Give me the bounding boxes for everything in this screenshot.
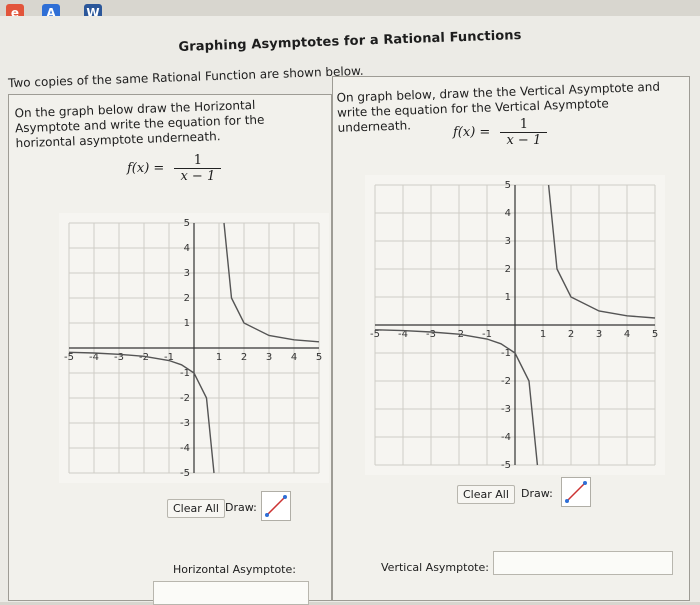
left-fx-lhs: f(x) = [127,161,165,176]
left-y-tick-label: 4 [184,243,190,254]
left-y-tick-label: -3 [180,418,190,429]
right-x-tick-label: 4 [624,329,630,340]
left-answer-label: Horizontal Asymptote: [173,563,296,576]
left-clear-all-button[interactable]: Clear All [167,499,225,518]
vertical-asymptote-input[interactable] [493,551,673,575]
left-y-tick-label: 5 [184,218,190,229]
right-fx-denominator: x − 1 [506,133,542,148]
right-y-tick-label: -4 [501,432,511,443]
right-y-tick-label: 4 [505,208,511,219]
right-x-tick-label: -5 [370,329,380,340]
right-graph[interactable]: -5 -4 -3 -2 -1 1 2 3 4 5-5-4-3-2-112345 [365,175,665,475]
right-x-tick-label: 3 [596,329,602,340]
right-panel: On graph below, draw the the Vertical As… [332,76,690,601]
left-draw-line-tool[interactable] [261,491,291,521]
right-y-tick-label: -2 [501,376,511,387]
left-y-tick-label: 2 [184,293,190,304]
left-x-tick-label: -5 [64,352,74,363]
right-fx-numerator: 1 [500,117,548,133]
left-draw-label: Draw: [225,501,257,514]
right-x-tick-label: 2 [568,329,574,340]
left-fx-denominator: x − 1 [180,169,216,184]
left-graph[interactable]: -5 -4 -3 -2 -1 1 2 3 4 5-5-4-3-2-112345 [59,213,329,483]
left-x-tick-label: 3 [266,352,272,363]
left-function: f(x) = 1 x − 1 [127,153,222,184]
right-function: f(x) = 1 x − 1 [453,117,548,148]
left-y-tick-label: 1 [184,318,190,329]
right-draw-line-tool[interactable] [561,477,591,507]
page-subtitle: Two copies of the same Rational Function… [7,63,364,91]
left-fx-numerator: 1 [174,153,222,169]
right-x-tick-label: -3 [426,329,436,340]
right-x-tick-label: 1 [540,329,546,340]
page-title: Graphing Asymptotes for a Rational Funct… [178,28,522,55]
left-x-tick-label: 1 [216,352,222,363]
right-y-tick-label: -5 [501,460,511,471]
left-y-tick-label: -5 [180,468,190,479]
right-answer-label: Vertical Asymptote: [381,561,489,574]
right-clear-all-button[interactable]: Clear All [457,485,515,504]
right-y-tick-label: 3 [505,236,511,247]
left-y-tick-label: -2 [180,393,190,404]
left-x-tick-label: 2 [241,352,247,363]
worksheet: Graphing Asymptotes for a Rational Funct… [0,16,700,605]
line-tool-icon [265,495,287,517]
left-instruction: On the graph below draw the Horizontal A… [14,97,265,151]
right-fx-lhs: f(x) = [453,125,491,140]
left-panel: On the graph below draw the Horizontal A… [8,94,332,605]
left-x-tick-label: 5 [316,352,322,363]
left-y-tick-label: -4 [180,443,190,454]
right-y-tick-label: 2 [505,264,511,275]
right-x-tick-label: 5 [652,329,658,340]
line-tool-icon [565,481,587,503]
left-y-tick-label: 3 [184,268,190,279]
right-draw-label: Draw: [521,487,553,500]
left-x-tick-label: 4 [291,352,297,363]
horizontal-asymptote-input[interactable] [153,581,309,605]
right-y-tick-label: -3 [501,404,511,415]
right-y-tick-label: 1 [505,292,511,303]
right-y-tick-label: 5 [505,180,511,191]
